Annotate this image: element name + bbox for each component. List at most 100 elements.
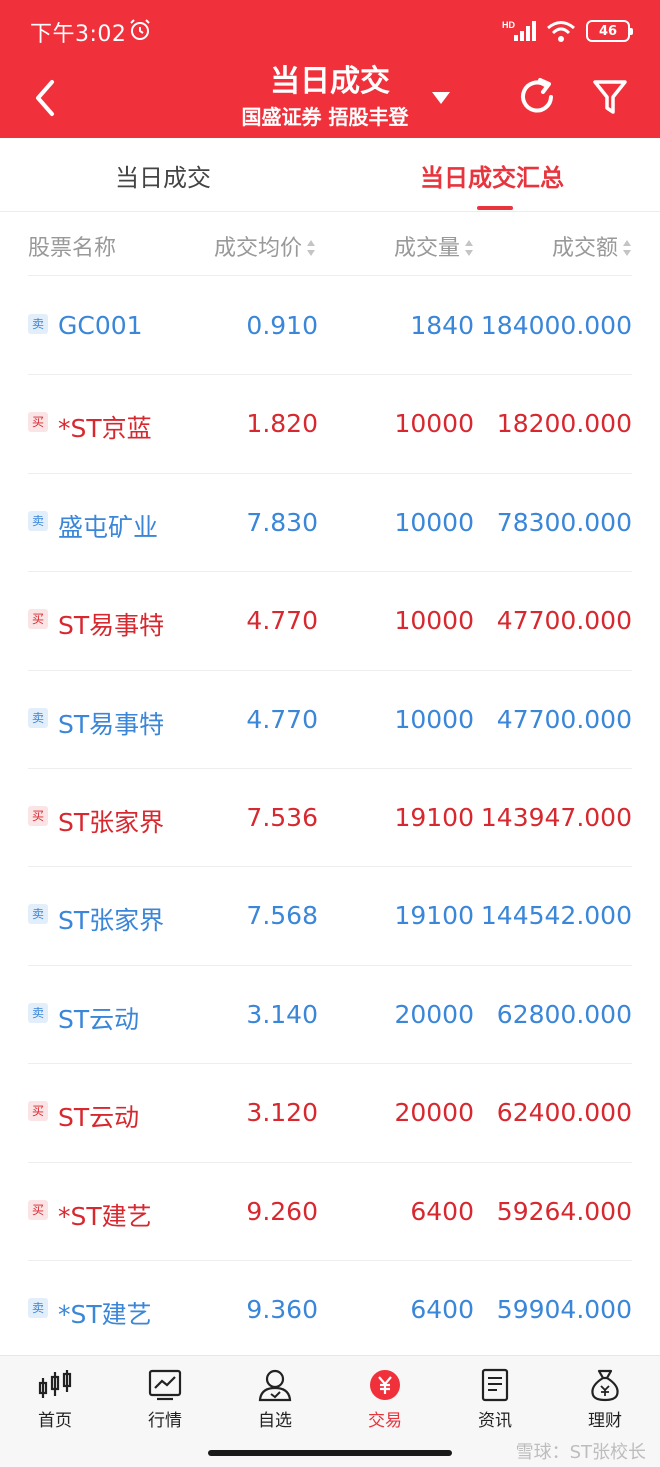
avg-price: 3.120 (246, 1098, 318, 1128)
avg-price: 7.536 (246, 802, 318, 832)
volume: 10000 (394, 409, 474, 439)
volume: 10000 (394, 606, 474, 636)
status-bar: 下午3:02 HD 46 (0, 0, 660, 60)
filter-icon[interactable] (592, 78, 628, 116)
side-badge: 买 (28, 609, 48, 630)
watermark: 雪球：ST张校长 (515, 1442, 646, 1463)
amount: 18200.000 (496, 409, 632, 439)
battery-icon: 46 (586, 20, 633, 42)
candlestick-icon (38, 1370, 72, 1398)
table-row[interactable]: 买 *ST建艺 9.260 6400 59264.000 (28, 1163, 632, 1261)
avg-price: 4.770 (246, 606, 318, 636)
nav-watchlist[interactable]: 自选 (235, 1368, 315, 1431)
volume: 10000 (394, 704, 474, 734)
table-header: 股票名称 成交均价 成交量 成交额 (28, 212, 632, 276)
amount: 47700.000 (496, 704, 632, 734)
sort-icon (623, 240, 631, 256)
amount: 59904.000 (496, 1294, 632, 1324)
column-avg-price[interactable]: 成交均价 (214, 230, 316, 262)
nav-trade[interactable]: 交易 (345, 1368, 425, 1431)
side-badge: 买 (28, 412, 48, 433)
volume: 20000 (394, 999, 474, 1029)
avg-price: 9.260 (246, 1196, 318, 1226)
column-volume[interactable]: 成交量 (394, 230, 474, 262)
side-badge: 卖 (28, 1297, 48, 1318)
avg-price: 3.140 (246, 999, 318, 1029)
refresh-icon[interactable] (518, 76, 558, 118)
signal-icon: HD (502, 20, 536, 41)
stock-name: ST易事特 (58, 709, 165, 739)
volume: 6400 (410, 1294, 474, 1324)
sort-icon (465, 240, 473, 256)
caret-down-icon[interactable] (430, 90, 452, 106)
nav-home[interactable]: 首页 (15, 1368, 95, 1431)
nav-news[interactable]: 资讯 (455, 1368, 535, 1431)
stock-name: 盛屯矿业 (58, 512, 159, 542)
amount: 62400.000 (496, 1098, 632, 1128)
page-title: 当日成交 (270, 64, 390, 99)
home-indicator[interactable] (208, 1450, 452, 1456)
avg-price: 4.770 (246, 704, 318, 734)
avg-price: 1.820 (246, 409, 318, 439)
stock-name: *ST建艺 (58, 1299, 152, 1329)
side-badge: 买 (28, 805, 48, 826)
bottom-nav: 首页 行情 自选 交易 资讯 理财 雪球：ST张校长 (0, 1355, 660, 1467)
network-type: HD (502, 20, 515, 30)
battery-level: 46 (598, 23, 618, 39)
side-badge: 卖 (28, 314, 48, 334)
money-bag-icon (591, 1369, 619, 1402)
amount: 184000.000 (480, 311, 632, 340)
column-amount[interactable]: 成交额 (552, 230, 632, 262)
volume: 19100 (394, 901, 474, 931)
avg-price: 7.568 (246, 901, 318, 931)
table-row[interactable]: 买 ST易事特 4.770 10000 47700.000 (28, 572, 632, 671)
table-row[interactable]: 买 *ST京蓝 1.820 10000 18200.000 (28, 375, 632, 474)
sort-icon (307, 240, 315, 256)
volume: 20000 (394, 1098, 474, 1128)
tab-bar: 当日成交 当日成交汇总 (0, 138, 660, 212)
table-row[interactable]: 卖盛屯矿业 7.830 10000 78300.000 (28, 474, 632, 573)
avg-price: 0.910 (246, 311, 318, 340)
account-subtitle: 国盛证券 捂股丰登 (241, 105, 409, 129)
volume: 1840 (410, 311, 474, 340)
stock-name: *ST建艺 (58, 1201, 152, 1231)
volume: 19100 (394, 802, 474, 832)
stock-name: GC001 (58, 311, 143, 340)
stock-name: ST云动 (58, 1103, 140, 1133)
side-badge: 卖 (28, 510, 48, 531)
trade-list: 卖 GC001 0.910 1840 184000.000 买 *ST京蓝 1.820 100… (28, 277, 632, 1359)
app-header: 下午3:02 HD 46 当日成交 国盛证券 捂股丰登 (0, 0, 660, 138)
side-badge: 买 (28, 1199, 48, 1220)
amount: 47700.000 (496, 606, 632, 636)
nav-wealth[interactable]: 理财 (565, 1368, 645, 1431)
table-row[interactable]: 卖 ST云动 3.140 20000 62800.000 (28, 966, 632, 1065)
table-row[interactable]: 卖 GC001 0.910 1840 184000.000 (28, 277, 632, 376)
table-row[interactable]: 卖 ST张家界 7.568 19100 144542.000 (28, 867, 632, 966)
header-titles[interactable]: 当日成交 国盛证券 捂股丰登 (0, 62, 660, 132)
amount: 78300.000 (496, 507, 632, 537)
stock-name: ST张家界 (58, 906, 165, 936)
tab-daily-summary[interactable]: 当日成交汇总 (420, 158, 564, 193)
alarm-icon (130, 19, 150, 40)
amount: 59264.000 (496, 1196, 632, 1226)
stock-name: ST张家界 (58, 807, 165, 837)
chart-icon (148, 1369, 182, 1401)
table-row[interactable]: 卖 *ST建艺 9.360 6400 59904.000 (28, 1261, 632, 1359)
stock-name: ST易事特 (58, 611, 165, 641)
table-row[interactable]: 卖 ST易事特 4.770 10000 47700.000 (28, 671, 632, 769)
avg-price: 9.360 (246, 1294, 318, 1324)
document-icon (481, 1368, 509, 1402)
wifi-icon (547, 21, 575, 42)
yen-icon (370, 1370, 400, 1400)
tab-daily-trades[interactable]: 当日成交 (115, 158, 211, 193)
table-row[interactable]: 买 ST云动 3.120 20000 62400.000 (28, 1064, 632, 1163)
volume: 6400 (410, 1196, 474, 1226)
table-row[interactable]: 买 ST张家界 7.536 19100 143947.000 (28, 769, 632, 868)
nav-market[interactable]: 行情 (125, 1368, 205, 1431)
stock-name: *ST京蓝 (58, 414, 152, 444)
amount: 144542.000 (480, 901, 632, 931)
side-badge: 卖 (28, 904, 48, 925)
amount: 62800.000 (496, 999, 632, 1029)
user-icon (258, 1369, 292, 1402)
status-icons: HD 46 (502, 18, 633, 44)
